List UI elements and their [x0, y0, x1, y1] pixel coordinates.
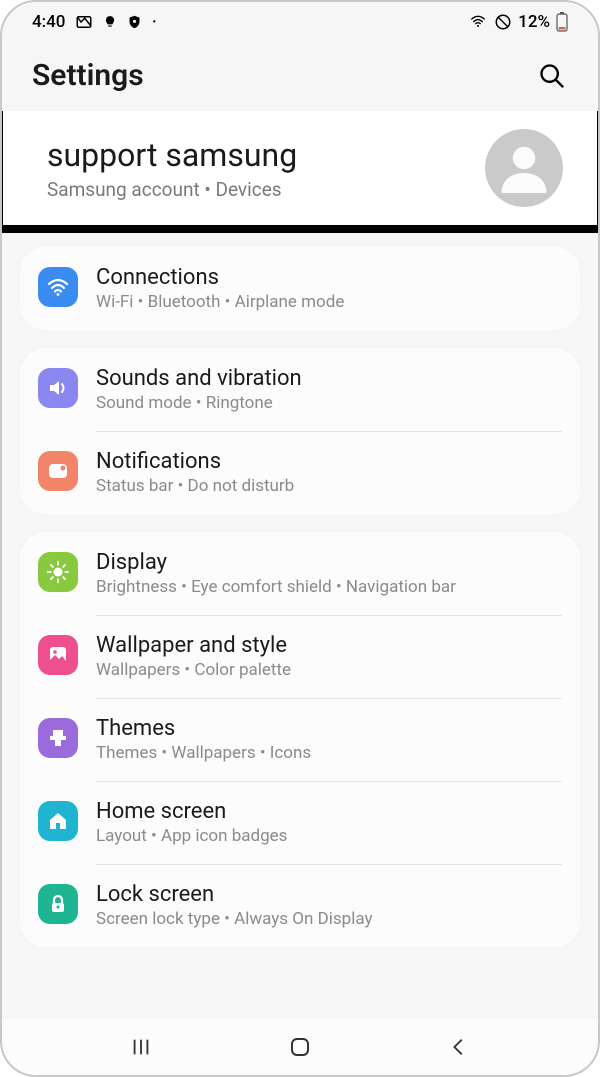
navigation-bar	[2, 1019, 598, 1075]
account-name: support samsung	[47, 136, 297, 174]
item-subtitle: Themes • Wallpapers • Icons	[96, 743, 562, 763]
settings-group: ConnectionsWi-Fi • Bluetooth • Airplane …	[20, 247, 580, 330]
settings-item-display[interactable]: DisplayBrightness • Eye comfort shield •…	[20, 532, 580, 615]
item-subtitle: Screen lock type • Always On Display	[96, 909, 562, 929]
wallpaper-icon	[38, 635, 78, 675]
settings-item-home-screen[interactable]: Home screenLayout • App icon badges	[20, 781, 580, 864]
avatar[interactable]	[485, 129, 563, 207]
sound-icon	[38, 368, 78, 408]
item-title: Notifications	[96, 449, 562, 474]
item-title: Connections	[96, 265, 562, 290]
settings-item-themes[interactable]: ThemesThemes • Wallpapers • Icons	[20, 698, 580, 781]
bulb-icon	[103, 13, 117, 31]
wifi-status-icon	[468, 14, 488, 30]
home-button[interactable]	[283, 1030, 317, 1064]
settings-item-connections[interactable]: ConnectionsWi-Fi • Bluetooth • Airplane …	[20, 247, 580, 330]
back-button[interactable]	[442, 1030, 476, 1064]
account-card[interactable]: support samsung Samsung account • Device…	[3, 111, 597, 225]
person-icon	[494, 138, 554, 198]
settings-item-notifications[interactable]: NotificationsStatus bar • Do not disturb	[20, 431, 580, 514]
themes-icon	[38, 718, 78, 758]
recents-button[interactable]	[124, 1030, 158, 1064]
notification-icon	[38, 451, 78, 491]
status-time: 4:40	[32, 12, 65, 32]
settings-list: ConnectionsWi-Fi • Bluetooth • Airplane …	[2, 225, 598, 947]
settings-group: Sounds and vibrationSound mode • Rington…	[20, 348, 580, 514]
settings-item-sounds-and-vibration[interactable]: Sounds and vibrationSound mode • Rington…	[20, 348, 580, 431]
account-subtitle: Samsung account • Devices	[47, 178, 297, 201]
home-icon	[38, 801, 78, 841]
item-title: Display	[96, 550, 562, 575]
item-subtitle: Sound mode • Ringtone	[96, 393, 562, 413]
item-title: Themes	[96, 716, 562, 741]
lock-icon	[38, 884, 78, 924]
search-button[interactable]	[536, 60, 568, 92]
status-bar: 4:40 • 12%	[2, 2, 598, 38]
recents-icon	[130, 1036, 152, 1058]
battery-icon	[556, 12, 568, 32]
item-subtitle: Layout • App icon badges	[96, 826, 562, 846]
status-dot: •	[152, 17, 156, 28]
item-title: Wallpaper and style	[96, 633, 562, 658]
display-icon	[38, 552, 78, 592]
search-icon	[538, 62, 566, 90]
settings-header: Settings	[2, 38, 598, 111]
no-signal-icon	[494, 13, 512, 31]
home-nav-icon	[288, 1035, 312, 1059]
shield-icon	[127, 13, 142, 31]
item-title: Home screen	[96, 799, 562, 824]
back-icon	[448, 1036, 470, 1058]
settings-item-wallpaper-and-style[interactable]: Wallpaper and styleWallpapers • Color pa…	[20, 615, 580, 698]
item-subtitle: Status bar • Do not disturb	[96, 476, 562, 496]
item-title: Lock screen	[96, 882, 562, 907]
item-title: Sounds and vibration	[96, 366, 562, 391]
account-card-highlight: support samsung Samsung account • Device…	[2, 111, 598, 225]
screenshot-icon	[75, 13, 93, 31]
item-subtitle: Wi-Fi • Bluetooth • Airplane mode	[96, 292, 562, 312]
settings-group: DisplayBrightness • Eye comfort shield •…	[20, 532, 580, 947]
wifi-icon	[38, 267, 78, 307]
settings-item-lock-screen[interactable]: Lock screenScreen lock type • Always On …	[20, 864, 580, 947]
battery-percent: 12%	[518, 12, 550, 32]
item-subtitle: Wallpapers • Color palette	[96, 660, 562, 680]
item-subtitle: Brightness • Eye comfort shield • Naviga…	[96, 577, 562, 597]
page-title: Settings	[32, 58, 144, 93]
